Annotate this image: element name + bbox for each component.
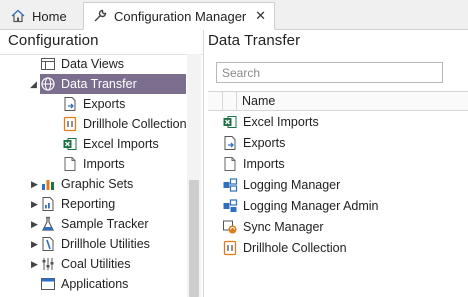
export-icon — [222, 135, 238, 151]
sliders-icon — [40, 256, 56, 272]
excel-icon — [62, 136, 78, 152]
logging-icon — [222, 177, 238, 193]
list-item-logging-manager[interactable]: Logging Manager — [222, 175, 340, 195]
tree-item-label: Excel Imports — [83, 137, 159, 151]
tree-item-imports[interactable]: Imports — [62, 154, 187, 174]
tab-bar: Home Configuration Manager ✕ — [0, 0, 468, 30]
tree-item-label: Drillhole Collection — [83, 117, 187, 131]
expand-icon[interactable]: ▶ — [31, 259, 39, 269]
list-item-excel-imports[interactable]: Excel Imports — [222, 112, 319, 132]
expand-icon[interactable]: ▶ — [31, 199, 39, 209]
column-divider[interactable] — [222, 92, 223, 110]
list-item-imports[interactable]: Imports — [222, 154, 285, 174]
left-pane-title: Configuration — [8, 32, 99, 49]
drillhole-collection-icon — [222, 240, 238, 256]
list-item-label: Sync Manager — [243, 220, 324, 234]
tree-item-label: Coal Utilities — [61, 257, 131, 271]
table-icon — [40, 56, 56, 72]
home-icon — [10, 8, 26, 24]
pane-splitter[interactable] — [203, 30, 204, 297]
expand-icon[interactable]: ▶ — [31, 219, 39, 229]
list-item-label: Drillhole Collection — [243, 241, 347, 255]
tree-item-applications[interactable]: Applications — [40, 274, 187, 294]
list-item-label: Logging Manager Admin — [243, 199, 379, 213]
report-icon — [40, 196, 56, 212]
tree-item-label: Sample Tracker — [61, 217, 149, 231]
window-icon — [40, 276, 56, 292]
list-header: Name — [208, 91, 468, 111]
list-item-logging-manager-admin[interactable]: Logging Manager Admin — [222, 196, 379, 216]
tree-item-label: Exports — [83, 97, 126, 111]
logging-admin-icon — [222, 198, 238, 214]
tree-scrollbar-thumb[interactable] — [189, 180, 199, 297]
tree-item-sample-tracker[interactable]: Sample Tracker — [40, 214, 187, 234]
right-pane-title: Data Transfer — [208, 32, 301, 49]
list-item-exports[interactable]: Exports — [222, 133, 285, 153]
list-item-label: Excel Imports — [243, 115, 319, 129]
document-icon — [62, 156, 78, 172]
tree-item-label: Data Views — [61, 57, 124, 71]
list-item-label: Exports — [243, 136, 286, 150]
tree-item-label: Drillhole Utilities — [61, 237, 150, 251]
tree-item-drillhole-utilities[interactable]: Drillhole Utilities — [40, 234, 187, 254]
globe-icon — [40, 76, 56, 92]
search-input[interactable] — [216, 62, 443, 83]
expand-icon[interactable]: ▶ — [31, 179, 39, 189]
tree-item-label: Reporting — [61, 197, 116, 211]
tree-item-label: Applications — [61, 277, 129, 291]
list-item-label: Imports — [243, 157, 285, 171]
column-divider[interactable] — [236, 92, 237, 110]
list-item-label: Logging Manager — [243, 178, 341, 192]
excel-icon — [222, 114, 238, 130]
drillhole-collection-icon — [62, 116, 78, 132]
tree-item-drillhole-collection[interactable]: Drillhole Collection — [62, 114, 187, 134]
tree-item-data-views[interactable]: Data Views — [40, 54, 187, 74]
tab-configuration-manager-label: Configuration Manager — [114, 8, 247, 24]
tree-item-coal-utilities[interactable]: Coal Utilities — [40, 254, 187, 274]
tree-item-graphic-sets[interactable]: Graphic Sets — [40, 174, 187, 194]
tree-item-reporting[interactable]: Reporting — [40, 194, 187, 214]
tree-item-excel-imports[interactable]: Excel Imports — [62, 134, 187, 154]
wrench-icon — [92, 8, 108, 24]
document-icon — [222, 156, 238, 172]
tree-item-label: Data Transfer — [61, 77, 137, 91]
collapse-icon[interactable]: ◢ — [30, 79, 38, 89]
list-item-sync-manager[interactable]: Sync Manager — [222, 217, 324, 237]
column-header-name[interactable]: Name — [242, 94, 275, 108]
drillhole-utilities-icon — [40, 236, 56, 252]
expand-icon[interactable]: ▶ — [31, 239, 39, 249]
tree-item-label: Graphic Sets — [61, 177, 134, 191]
tab-home-label: Home — [32, 8, 67, 24]
tree-item-exports[interactable]: Exports — [62, 94, 187, 114]
flask-icon — [40, 216, 56, 232]
chart-icon — [40, 176, 56, 192]
export-icon — [62, 96, 78, 112]
list-item-drillhole-collection[interactable]: Drillhole Collection — [222, 238, 347, 258]
tab-home[interactable]: Home — [10, 2, 78, 30]
sync-icon — [222, 219, 238, 235]
tree-item-data-transfer[interactable]: Data Transfer — [40, 74, 186, 94]
close-icon[interactable]: ✕ — [255, 8, 266, 24]
tab-configuration-manager[interactable]: Configuration Manager ✕ — [83, 2, 275, 30]
tree-item-label: Imports — [83, 157, 125, 171]
